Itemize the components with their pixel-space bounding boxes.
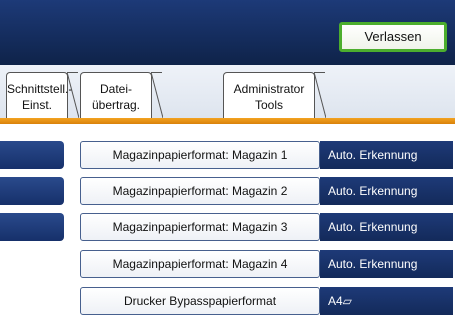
tab-interface-settings[interactable]: Schnittstell.- Einst. bbox=[6, 72, 78, 118]
setting-tray1-value: Auto. Erkennung bbox=[320, 141, 453, 169]
left-menu-button-1[interactable] bbox=[0, 141, 64, 169]
setting-tray3-paper-size-button[interactable]: Magazinpapierformat: Magazin 3 bbox=[80, 213, 320, 241]
setting-tray2-paper-size-button[interactable]: Magazinpapierformat: Magazin 2 bbox=[80, 177, 320, 205]
setting-tray4-value: Auto. Erkennung bbox=[320, 250, 453, 278]
tab-divider bbox=[151, 72, 163, 118]
setting-tray1-paper-size-button[interactable]: Magazinpapierformat: Magazin 1 bbox=[80, 141, 320, 169]
setting-bypass-paper-size-button[interactable]: Drucker Bypasspapierformat bbox=[80, 287, 320, 315]
tab-file-transfer[interactable]: Datei- übertrag. bbox=[80, 72, 162, 118]
left-menu-button-3[interactable] bbox=[0, 213, 64, 241]
setting-tray3-value: Auto. Erkennung bbox=[320, 213, 453, 241]
setting-tray4-paper-size-button[interactable]: Magazinpapierformat: Magazin 4 bbox=[80, 250, 320, 278]
left-menu-button-2[interactable] bbox=[0, 177, 64, 205]
exit-button[interactable]: Verlassen bbox=[339, 22, 447, 52]
tab-divider bbox=[67, 72, 79, 118]
tab-divider bbox=[314, 72, 326, 118]
setting-tray2-value: Auto. Erkennung bbox=[320, 177, 453, 205]
tab-administrator-tools[interactable]: Administrator Tools bbox=[223, 72, 325, 118]
setting-bypass-value: A4▱ bbox=[320, 287, 453, 315]
